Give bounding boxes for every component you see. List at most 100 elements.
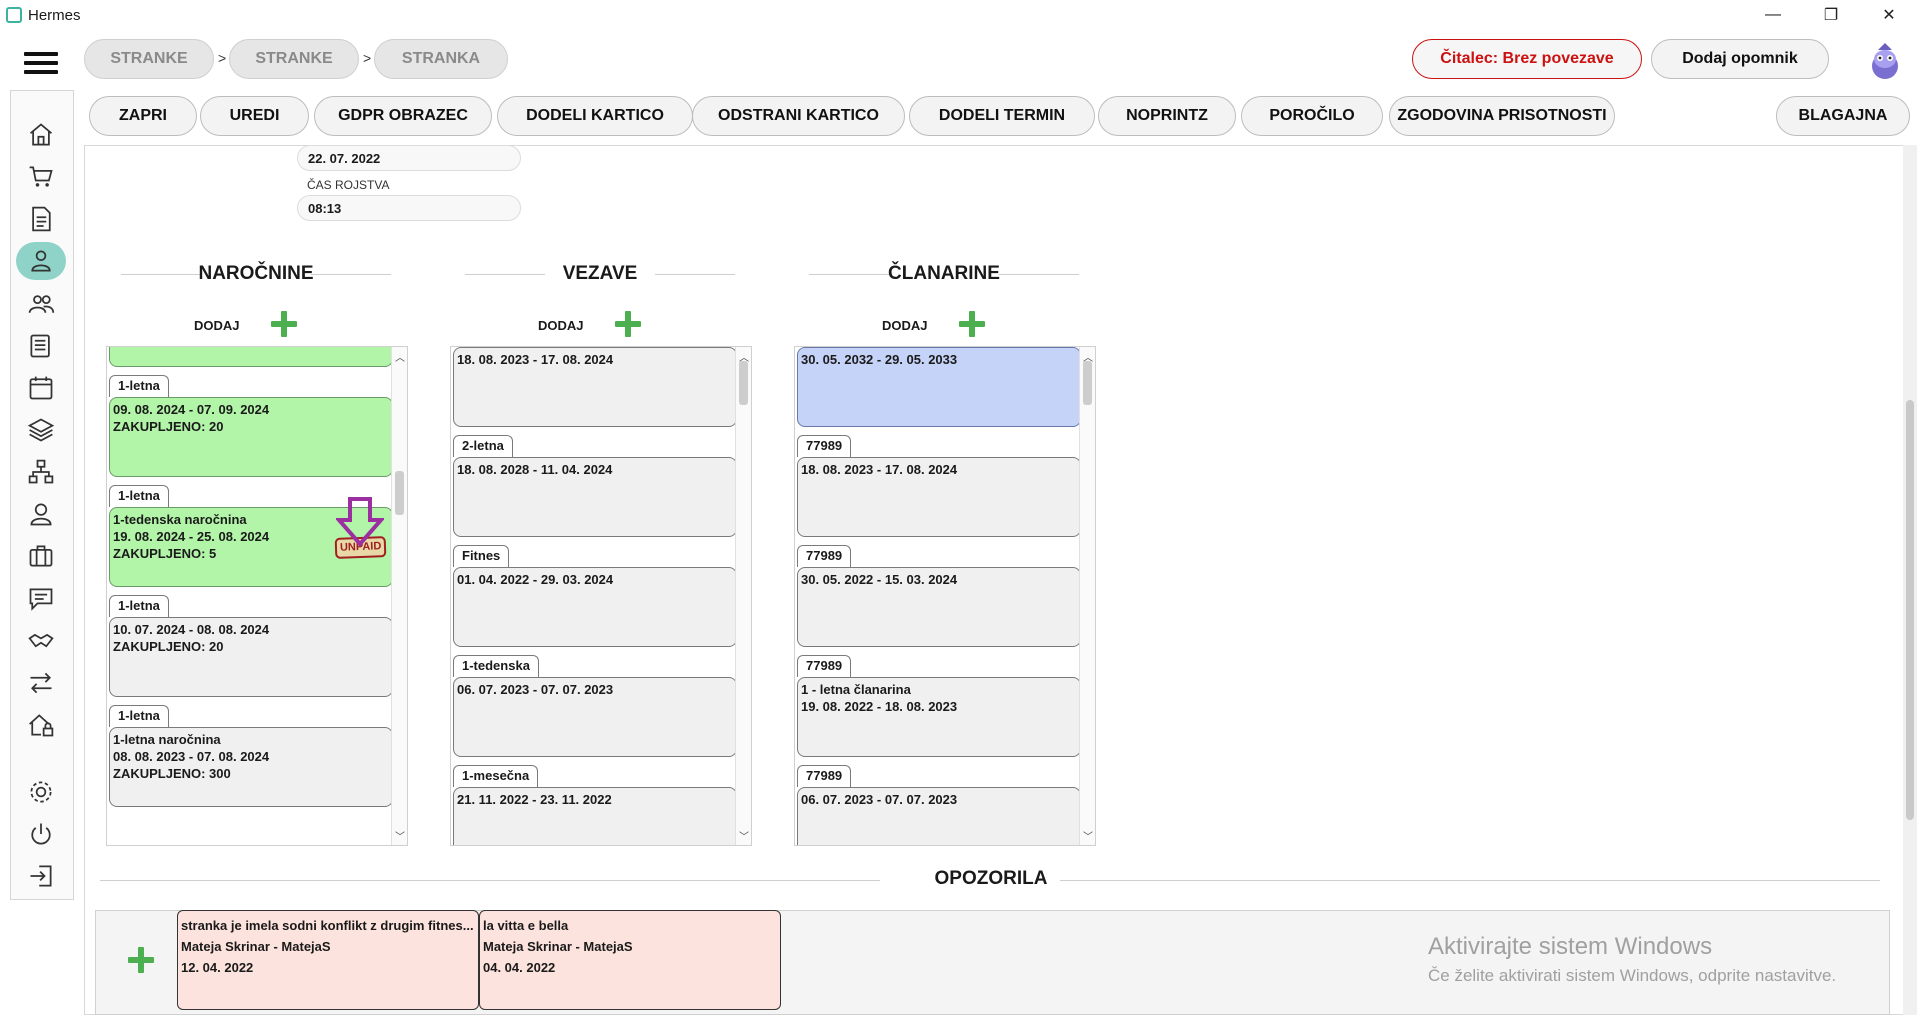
sidebar-item-power[interactable]	[16, 815, 66, 853]
commitments-item[interactable]: 21. 11. 2022 - 23. 11. 2022	[453, 787, 737, 845]
noprintz-button[interactable]: NOPRINTZ	[1098, 96, 1236, 136]
commitments-item-tab: Fitnes	[453, 545, 510, 567]
subscriptions-item-line: 10. 07. 2024 - 08. 08. 2024	[113, 622, 270, 637]
memberships-scrollbar[interactable]: ︿ ﹀	[1079, 347, 1095, 845]
sidebar-item-house-lock[interactable]	[16, 706, 66, 744]
house-lock-icon	[29, 714, 54, 737]
warnings-divider-right	[1060, 880, 1880, 881]
power-icon	[31, 823, 51, 845]
sidebar-item-chat[interactable]	[16, 580, 66, 618]
scroll-down-icon[interactable]: ﹀	[739, 828, 749, 843]
memberships-list[interactable]: 77989 30. 05. 2032 - 29. 05. 2033 77989 18.…	[794, 346, 1096, 846]
main-scrollbar[interactable]	[1903, 145, 1917, 1015]
commitments-item[interactable]: 18. 08. 2023 - 17. 08. 2024	[453, 347, 737, 427]
subscriptions-item[interactable]: 09. 08. 2024 - 07. 09. 2024 ZAKUPLJENO: 2…	[109, 397, 393, 477]
memberships-add-button[interactable]	[957, 309, 987, 339]
breadcrumb-item[interactable]: STRANKA	[374, 39, 508, 79]
close-button[interactable]: ZAPRI	[89, 96, 197, 136]
memberships-add-label: DODAJ	[882, 318, 928, 333]
memberships-scroll-thumb[interactable]	[1083, 361, 1092, 405]
add-warning-button[interactable]	[126, 945, 156, 975]
warning-card[interactable]: la vitta e bella Mateja Skrinar - MatejaS…	[479, 910, 781, 1010]
sidebar-item-layers[interactable]	[16, 411, 66, 449]
memberships-item[interactable]: 18. 08. 2023 - 17. 08. 2024	[797, 457, 1081, 537]
sidebar-item-people[interactable]	[16, 285, 66, 323]
menu-icon[interactable]	[24, 52, 58, 78]
sidebar-item-network[interactable]	[16, 453, 66, 491]
avatar-icon[interactable]	[1866, 40, 1904, 80]
minimize-button[interactable]: —	[1744, 0, 1802, 30]
scroll-down-icon[interactable]: ﹀	[395, 828, 405, 843]
network-icon	[28, 459, 54, 484]
remove-card-button[interactable]: ODSTRANI KARTICO	[692, 96, 905, 136]
card-reader-status[interactable]: Čitalec: Brez povezave	[1412, 39, 1642, 79]
sidebar-item-document[interactable]	[16, 200, 66, 238]
commitments-item[interactable]: 06. 07. 2023 - 07. 07. 2023	[453, 677, 737, 757]
sidebar-item-handshake[interactable]	[16, 622, 66, 660]
sidebar-item-calendar[interactable]	[16, 369, 66, 407]
subscriptions-list[interactable]: 1-letna 09. 08. 2024 - 07. 09. 2024 ZAKUPL…	[106, 346, 408, 846]
breadcrumb-separator: >	[218, 50, 227, 66]
briefcase-icon	[29, 545, 53, 567]
commitments-item[interactable]: 01. 04. 2022 - 29. 03. 2024	[453, 567, 737, 647]
breadcrumb-item[interactable]: STRANKE	[229, 39, 359, 79]
sidebar-item-cart[interactable]	[16, 158, 66, 196]
commitments-add-button[interactable]	[613, 309, 643, 339]
attendance-history-button[interactable]: ZGODOVINA PRISOTNOSTI	[1389, 96, 1615, 136]
subscriptions-item-tab: 1-letna	[109, 595, 169, 617]
assign-appointment-button[interactable]: DODELI TERMIN	[909, 96, 1095, 136]
subscriptions-item[interactable]	[109, 347, 393, 367]
report-button[interactable]: POROČILO	[1241, 96, 1383, 136]
birth-time-label: ČAS ROJSTVA	[307, 178, 390, 192]
gdpr-form-button[interactable]: GDPR OBRAZEC	[314, 96, 492, 136]
assign-card-button[interactable]: DODELI KARTICO	[497, 96, 693, 136]
commitments-item-tab: 2-letna	[453, 435, 513, 457]
close-button[interactable]: ✕	[1860, 0, 1918, 30]
memberships-item[interactable]: 30. 05. 2032 - 29. 05. 2033	[797, 347, 1081, 427]
warning-text: la vitta e bella	[483, 918, 569, 933]
memberships-item[interactable]: 06. 07. 2023 - 07. 07. 2023	[797, 787, 1081, 845]
sidebar-item-home[interactable]	[16, 116, 66, 154]
sidebar-item-person[interactable]	[16, 242, 66, 280]
sidebar-item-transfer[interactable]	[16, 664, 66, 702]
gear-icon	[30, 781, 52, 803]
commitments-item-line: 18. 08. 2028 - 11. 04. 2024	[457, 462, 613, 477]
home-icon	[29, 123, 53, 146]
subscriptions-item[interactable]: 1-letna naročnina 08. 08. 2023 - 07. 08. …	[109, 727, 393, 807]
commitments-list[interactable]: 2-letna18. 08. 2023 - 17. 08. 20242-letn…	[450, 346, 752, 846]
warning-card[interactable]: stranka je imela sodni konflikt z drugim…	[177, 910, 479, 1010]
birth-time-field[interactable]: 08:13	[297, 195, 521, 221]
subscriptions-item[interactable]: 10. 07. 2024 - 08. 08. 2024 ZAKUPLJENO: 2…	[109, 617, 393, 697]
commitments-title: VEZAVE	[562, 263, 638, 284]
commitments-item-line: 21. 11. 2022 - 23. 11. 2022	[457, 792, 612, 807]
sidebar-item-user-badge[interactable]	[16, 495, 66, 533]
memberships-item[interactable]: 1 - letna članarina 19. 08. 2022 - 18. 08…	[797, 677, 1081, 757]
subscriptions-title: NAROČNINE	[198, 263, 314, 284]
commitments-scrollbar[interactable]: ︿ ﹀	[735, 347, 751, 845]
sidebar-item-gear[interactable]	[16, 773, 66, 811]
breadcrumb-item[interactable]: STRANKE	[84, 39, 214, 79]
date-field[interactable]: 22. 07. 2022	[297, 145, 521, 171]
sidebar-item-briefcase[interactable]	[16, 537, 66, 575]
person-icon	[31, 250, 51, 272]
scroll-up-icon[interactable]: ︿	[395, 349, 405, 364]
scroll-down-icon[interactable]: ﹀	[1083, 828, 1093, 843]
memberships-item-tab: 77989	[797, 435, 852, 457]
commitments-item-line: 18. 08. 2023 - 17. 08. 2024	[457, 352, 614, 367]
scrollbar-thumb[interactable]	[1906, 400, 1914, 820]
subscriptions-scroll-thumb[interactable]	[395, 471, 404, 515]
sidebar-item-list[interactable]	[16, 327, 66, 365]
subscriptions-item-line: ZAKUPLJENO: 300	[113, 766, 231, 781]
restore-button[interactable]: ❐	[1802, 0, 1860, 30]
commitments-item[interactable]: 18. 08. 2028 - 11. 04. 2024	[453, 457, 737, 537]
subscriptions-add-button[interactable]	[269, 309, 299, 339]
memberships-item[interactable]: 30. 05. 2022 - 15. 03. 2024	[797, 567, 1081, 647]
subscriptions-scrollbar[interactable]: ︿ ﹀	[391, 347, 407, 845]
cash-register-button[interactable]: BLAGAJNA	[1776, 96, 1910, 136]
edit-button[interactable]: UREDI	[200, 96, 309, 136]
subscriptions-item-line: ZAKUPLJENO: 20	[113, 639, 224, 654]
add-reminder-button[interactable]: Dodaj opomnik	[1651, 39, 1829, 79]
commitments-scroll-thumb[interactable]	[739, 361, 748, 405]
memberships-item-line: 18. 08. 2023 - 17. 08. 2024	[801, 462, 958, 477]
sidebar-item-logout[interactable]	[16, 857, 66, 895]
